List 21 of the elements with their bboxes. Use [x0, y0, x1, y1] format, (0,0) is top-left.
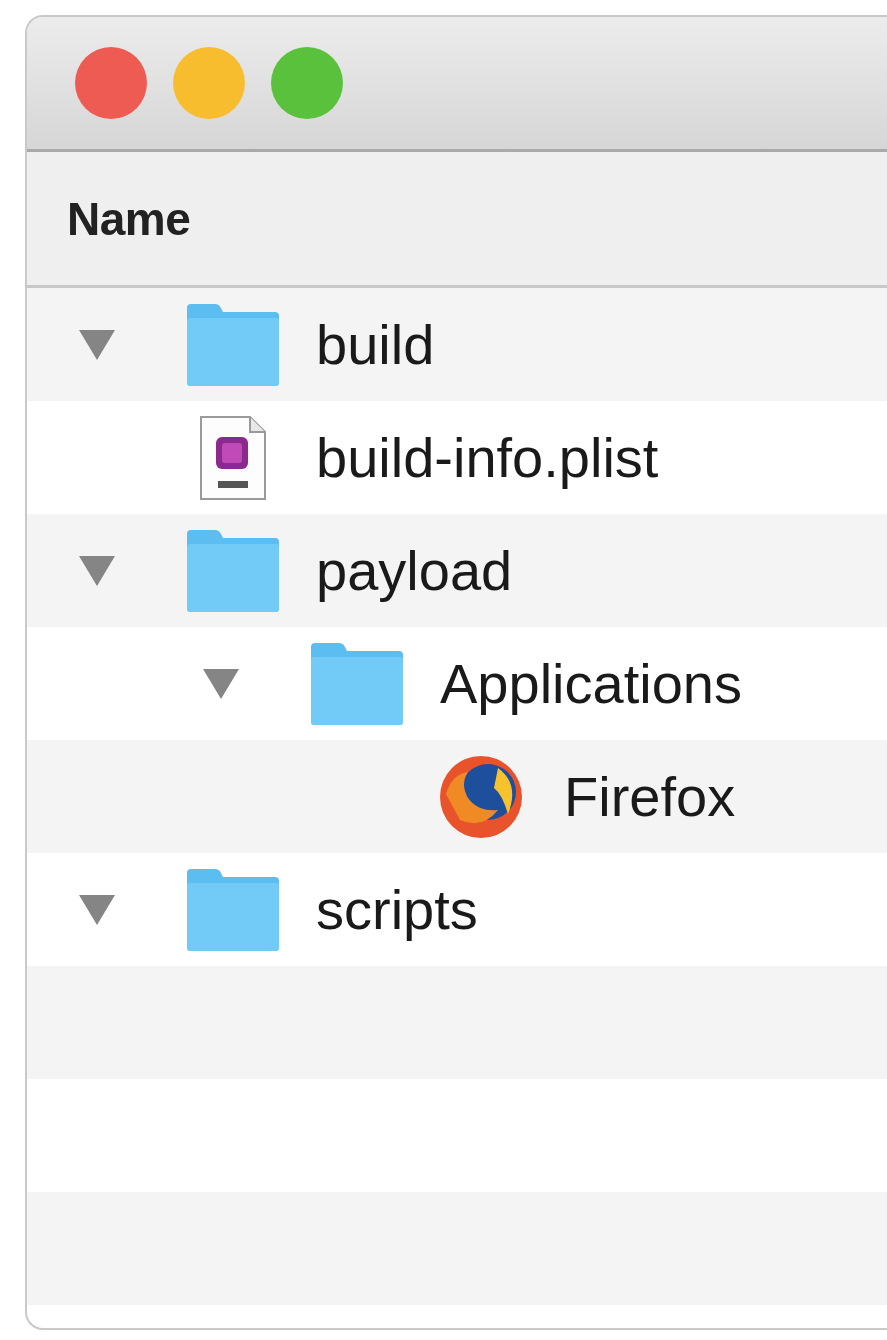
disclosure-triangle-icon[interactable]	[79, 555, 115, 586]
disclosure-triangle-icon[interactable]	[203, 668, 239, 699]
column-title: Name	[67, 191, 191, 246]
folder-icon	[185, 866, 281, 953]
file-row[interactable]: payload	[27, 514, 887, 627]
file-name: build-info.plist	[316, 425, 659, 490]
app-icon	[438, 753, 524, 840]
folder-icon	[309, 640, 405, 727]
file-name: scripts	[316, 877, 478, 942]
document-icon	[198, 414, 268, 501]
file-row[interactable]: Firefox	[27, 740, 887, 853]
folder-icon	[185, 301, 281, 388]
folder-icon	[185, 527, 281, 614]
file-name: Applications	[440, 651, 742, 716]
file-row[interactable]: build	[27, 288, 887, 401]
column-header[interactable]: Name	[27, 152, 887, 288]
file-name: build	[316, 312, 435, 377]
file-name: Firefox	[564, 764, 736, 829]
disclosure-triangle-icon[interactable]	[79, 329, 115, 360]
disclosure-triangle-icon[interactable]	[79, 894, 115, 925]
file-name: payload	[316, 538, 513, 603]
